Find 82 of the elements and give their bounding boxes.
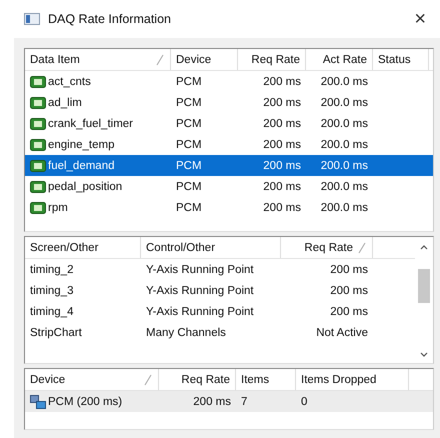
column-header[interactable]: Device: [171, 49, 238, 70]
table-cell: fuel_demand: [48, 160, 114, 172]
table-cell: 200 ms: [263, 202, 301, 214]
column-header[interactable]: Items Dropped: [296, 369, 409, 390]
table-cell: PCM: [176, 138, 202, 150]
table-cell: StripChart: [30, 326, 82, 338]
column-header[interactable]: Act Rate: [306, 49, 373, 70]
column-header[interactable]: Device: [25, 369, 159, 390]
table-row[interactable]: timing_2 Y-Axis Running Point 200 ms: [25, 259, 415, 280]
table-cell: PCM (200 ms): [48, 396, 122, 408]
table-cell: 200.0 ms: [320, 96, 368, 108]
table-cell: Y-Axis Running Point: [146, 284, 254, 296]
table-row[interactable]: act_cnts PCM 200 ms 200.0 ms: [25, 71, 433, 92]
column-header[interactable]: Req Rate: [238, 49, 306, 70]
table-cell: 200 ms: [263, 76, 301, 88]
column-header[interactable]: Status: [373, 49, 429, 70]
data-item-icon: [30, 202, 46, 214]
table-row[interactable]: timing_3 Y-Axis Running Point 200 ms: [25, 280, 415, 301]
table-row[interactable]: engine_temp PCM 200 ms 200.0 ms: [25, 134, 433, 155]
scroll-up-icon[interactable]: [419, 243, 429, 251]
table-cell: crank_fuel_timer: [48, 118, 134, 130]
data-item-icon: [30, 76, 46, 88]
table-cell: Y-Axis Running Point: [146, 264, 254, 276]
table-cell: pedal_position: [48, 180, 122, 192]
table-row[interactable]: crank_fuel_timer PCM 200 ms 200.0 ms: [25, 113, 433, 134]
table-cell: PCM: [176, 96, 202, 108]
table-cell: 200 ms: [263, 138, 301, 150]
table-row[interactable]: timing_4 Y-Axis Running Point 200 ms: [25, 301, 415, 322]
selected-row[interactable]: fuel_demand PCM 200 ms 200.0 ms: [25, 155, 433, 176]
selected-row[interactable]: PCM (200 ms) 200 ms 7 0: [25, 391, 433, 412]
data-item-icon: [30, 118, 46, 130]
table-row[interactable]: pedal_position PCM 200 ms 200.0 ms: [25, 176, 433, 197]
column-header[interactable]: Control/Other: [141, 237, 281, 258]
table-cell: 200 ms: [263, 160, 301, 172]
table-cell: 200.0 ms: [320, 160, 368, 172]
table-cell: 200 ms: [330, 264, 368, 276]
scroll-down-icon[interactable]: [419, 351, 429, 359]
table-cell: PCM: [176, 180, 202, 192]
table-cell: timing_3: [30, 284, 74, 296]
table-row[interactable]: rpm PCM 200 ms 200.0 ms: [25, 197, 433, 218]
table-cell: engine_temp: [48, 138, 114, 150]
table-cell: 200.0 ms: [320, 118, 368, 130]
table-cell: 200 ms: [263, 96, 301, 108]
window-icon: [24, 13, 40, 25]
table-cell: act_cnts: [48, 76, 91, 88]
table-cell: Many Channels: [146, 326, 226, 338]
table-cell: timing_2: [30, 264, 74, 276]
table-row[interactable]: StripChart Many Channels Not Active: [25, 322, 415, 343]
table-cell: PCM: [176, 118, 202, 130]
window-title: DAQ Rate Information: [48, 12, 172, 26]
table-cell: rpm: [48, 202, 68, 214]
data-item-icon: [30, 160, 46, 172]
close-button[interactable]: ×: [414, 8, 426, 30]
table-cell: 200 ms: [263, 118, 301, 130]
scroll-thumb[interactable]: [418, 269, 430, 303]
table-row[interactable]: ad_lim PCM 200 ms 200.0 ms: [25, 92, 433, 113]
column-header[interactable]: Req Rate: [281, 237, 373, 258]
table-cell: 200.0 ms: [320, 138, 368, 150]
table-cell: 200.0 ms: [320, 76, 368, 88]
table-cell: PCM: [176, 160, 202, 172]
table-cell: 200 ms: [330, 284, 368, 296]
table-cell: 200.0 ms: [320, 180, 368, 192]
table-cell: timing_4: [30, 306, 74, 318]
table-cell: PCM: [176, 76, 202, 88]
table-cell: 200 ms: [263, 180, 301, 192]
computer-icon: [30, 394, 46, 408]
table-cell: PCM: [176, 202, 202, 214]
table-cell: 0: [301, 396, 308, 408]
table-cell: Y-Axis Running Point: [146, 306, 254, 318]
data-item-icon: [30, 96, 46, 108]
table-cell: Not Active: [316, 326, 368, 338]
column-header[interactable]: Items: [236, 369, 296, 390]
table-cell: 200 ms: [193, 396, 231, 408]
table-cell: ad_lim: [48, 96, 82, 108]
table-cell: 200.0 ms: [320, 202, 368, 214]
column-header[interactable]: Screen/Other: [25, 237, 141, 258]
data-item-icon: [30, 138, 46, 150]
data-item-icon: [30, 180, 46, 192]
column-header[interactable]: Data Item: [25, 49, 171, 70]
column-header[interactable]: Req Rate: [159, 369, 236, 390]
table-cell: 200 ms: [330, 306, 368, 318]
table-cell: 7: [241, 396, 248, 408]
